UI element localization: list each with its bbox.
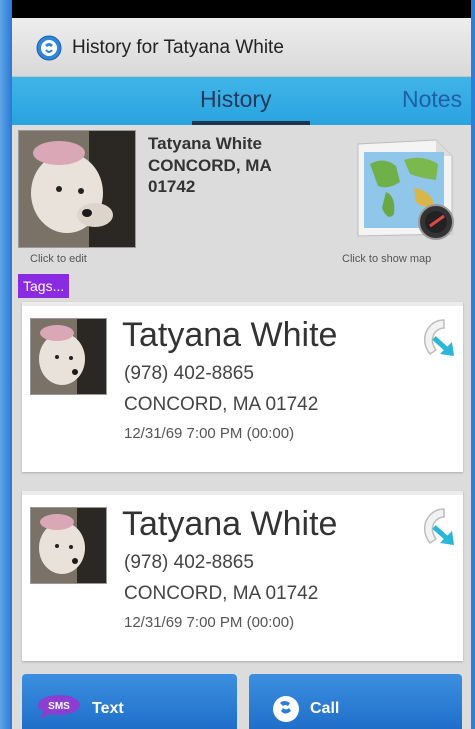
tab-bar: History Notes <box>12 77 471 125</box>
map-caption[interactable]: Click to show map <box>342 253 431 265</box>
history-item[interactable]: Tatyana White (978) 402-8865 CONCORD, MA… <box>22 302 463 472</box>
history-datetime: 12/31/69 7:00 PM (00:00) <box>124 614 295 631</box>
history-contact-photo <box>30 318 107 395</box>
photo-edit-caption[interactable]: Click to edit <box>30 253 87 265</box>
map-icon <box>357 139 454 240</box>
tags-button[interactable]: Tags... <box>18 274 70 298</box>
call-button-label: Call <box>310 700 340 717</box>
outgoing-call-icon <box>423 319 454 356</box>
dog-photo-image <box>19 131 135 247</box>
history-contact-name: Tatyana White <box>122 316 338 354</box>
title-bar: History for Tatyana White <box>12 18 471 77</box>
contact-photo[interactable] <box>18 130 136 248</box>
active-tab-indicator <box>192 121 310 125</box>
history-datetime: 12/31/69 7:00 PM (00:00) <box>124 425 295 442</box>
tab-history[interactable]: History <box>200 86 272 113</box>
text-button-label: Text <box>92 700 124 717</box>
contact-name: Tatyana White <box>148 134 262 153</box>
help-phone-icon <box>36 35 62 61</box>
history-address: CONCORD, MA 01742 <box>124 394 319 415</box>
phone-icon <box>273 696 299 722</box>
sms-badge-text: SMS <box>48 701 70 712</box>
page-title: History for Tatyana White <box>72 37 284 58</box>
history-phone: (978) 402-8865 <box>124 363 254 384</box>
history-contact-name: Tatyana White <box>122 505 338 543</box>
contact-address: CONCORD, MA 01742 <box>148 156 272 196</box>
history-contact-photo <box>30 507 107 584</box>
right-frame <box>471 0 475 729</box>
tab-notes[interactable]: Notes <box>402 86 462 113</box>
history-phone: (978) 402-8865 <box>124 552 254 573</box>
call-button[interactable]: Call <box>249 674 462 729</box>
dog-photo-image <box>31 508 106 583</box>
history-address: CONCORD, MA 01742 <box>124 583 319 604</box>
history-item[interactable]: Tatyana White (978) 402-8865 CONCORD, MA… <box>22 491 463 661</box>
sms-bubble-icon: SMS <box>38 695 80 719</box>
left-frame <box>0 0 12 729</box>
text-button[interactable]: SMS Text <box>22 674 237 729</box>
outgoing-call-icon <box>423 508 454 545</box>
app-screen: History for Tatyana White History Notes … <box>12 18 471 729</box>
status-bar <box>12 0 471 18</box>
map-thumbnail[interactable] <box>348 130 462 248</box>
dog-photo-image <box>31 319 106 394</box>
